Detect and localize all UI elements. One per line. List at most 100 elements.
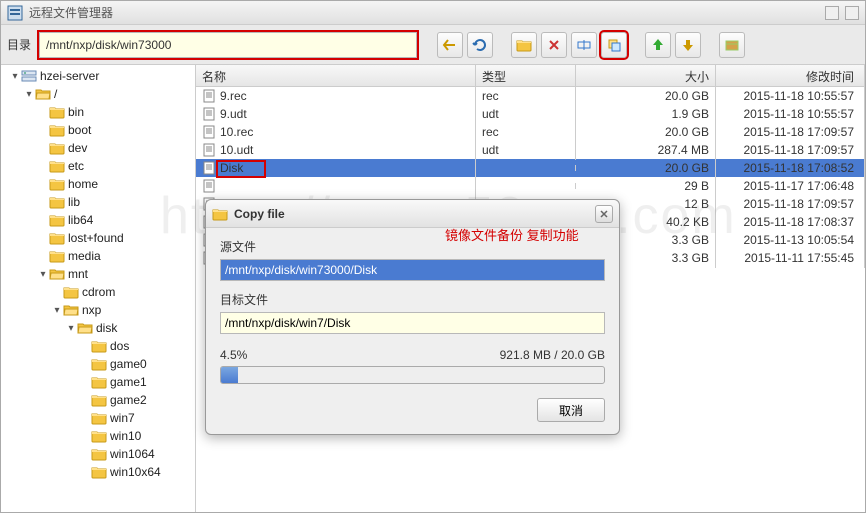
tree-item-dos[interactable]: dos — [1, 337, 195, 355]
tree-disk[interactable]: ▾disk — [1, 319, 195, 337]
folder-icon — [91, 339, 107, 353]
app-icon — [7, 5, 23, 21]
tree-item-lib64[interactable]: lib64 — [1, 211, 195, 229]
col-date[interactable]: 修改时间 — [716, 65, 865, 86]
folder-icon — [49, 141, 65, 155]
copy-dialog: Copy file 源文件 目标文件 4.5% 921.8 MB / 20.0 … — [205, 199, 620, 435]
rename-button[interactable] — [571, 32, 597, 58]
maximize-button[interactable] — [845, 6, 859, 20]
copy-icon — [606, 37, 622, 53]
tree-item-game0[interactable]: game0 — [1, 355, 195, 373]
folder-icon — [49, 231, 65, 245]
tree-item-dev[interactable]: dev — [1, 139, 195, 157]
delete-button[interactable] — [541, 32, 567, 58]
folder-icon — [91, 393, 107, 407]
folder-icon — [49, 123, 65, 137]
dialog-titlebar: Copy file — [206, 200, 619, 228]
copy-button[interactable] — [601, 32, 627, 58]
folder-icon — [49, 105, 65, 119]
window-title: 远程文件管理器 — [29, 4, 819, 21]
file-icon — [202, 179, 216, 193]
dst-input[interactable] — [220, 312, 605, 334]
folder-icon — [91, 411, 107, 425]
dialog-close-button[interactable] — [595, 205, 613, 223]
close-icon — [599, 209, 609, 219]
column-headers: 名称 类型 大小 修改时间 — [196, 65, 865, 87]
download-button[interactable] — [675, 32, 701, 58]
file-row[interactable]: 9.udt udt 1.9 GB 2015-11-18 10:55:57 — [196, 105, 865, 123]
folder-icon — [212, 206, 228, 222]
folder-icon — [49, 195, 65, 209]
dir-label: 目录 — [7, 36, 31, 53]
titlebar: 远程文件管理器 — [1, 1, 865, 25]
tree-item-win7[interactable]: win7 — [1, 409, 195, 427]
refresh-icon — [472, 37, 488, 53]
newfolder-button[interactable] — [511, 32, 537, 58]
toggle-icon[interactable]: ▾ — [37, 269, 49, 280]
file-icon — [202, 125, 216, 139]
dst-label: 目标文件 — [220, 291, 605, 308]
toolbar: 目录 — [1, 25, 865, 65]
folder-icon — [91, 447, 107, 461]
tree-item-home[interactable]: home — [1, 175, 195, 193]
tree-item-lib[interactable]: lib — [1, 193, 195, 211]
folder-icon — [49, 249, 65, 263]
rename-icon — [576, 37, 592, 53]
tree-item-win10[interactable]: win10 — [1, 427, 195, 445]
folder-icon — [91, 465, 107, 479]
folder-open-icon — [49, 267, 65, 281]
src-input[interactable] — [220, 259, 605, 281]
progress-percent: 4.5% — [220, 348, 247, 362]
tree-item-media[interactable]: media — [1, 247, 195, 265]
delete-icon — [546, 37, 562, 53]
file-icon — [202, 161, 216, 175]
tree-item-game2[interactable]: game2 — [1, 391, 195, 409]
refresh-button[interactable] — [467, 32, 493, 58]
folder-icon — [91, 429, 107, 443]
tree-mnt[interactable]: ▾mnt — [1, 265, 195, 283]
file-icon — [202, 89, 216, 103]
file-row[interactable]: 10.udt udt 287.4 MB 2015-11-18 17:09:57 — [196, 141, 865, 159]
progress-bytes: 921.8 MB / 20.0 GB — [500, 348, 605, 362]
file-row[interactable]: 29 B 2015-11-17 17:06:48 — [196, 177, 865, 195]
upload-icon — [650, 37, 666, 53]
progress-bar — [220, 366, 605, 384]
toggle-icon[interactable]: ▾ — [23, 89, 35, 100]
col-type[interactable]: 类型 — [476, 65, 576, 86]
folder-icon — [91, 375, 107, 389]
tree-nxp[interactable]: ▾nxp — [1, 301, 195, 319]
tree-item-win10x64[interactable]: win10x64 — [1, 463, 195, 481]
path-highlight — [37, 30, 419, 60]
folder-icon — [63, 285, 79, 299]
file-row[interactable]: Disk 20.0 GB 2015-11-18 17:08:52 — [196, 159, 865, 177]
tree-item-game1[interactable]: game1 — [1, 373, 195, 391]
toggle-icon[interactable]: ▾ — [9, 71, 21, 82]
file-row[interactable]: 9.rec rec 20.0 GB 2015-11-18 10:55:57 — [196, 87, 865, 105]
path-input[interactable] — [39, 32, 417, 58]
tree-cdrom[interactable]: cdrom — [1, 283, 195, 301]
archive-button[interactable] — [719, 32, 745, 58]
tree-server[interactable]: ▾hzei-server — [1, 67, 195, 85]
cancel-button[interactable]: 取消 — [537, 398, 605, 422]
progress-fill — [221, 367, 238, 383]
tree-panel[interactable]: ▾hzei-server ▾/ bin boot dev etc home li… — [1, 65, 196, 512]
tree-item-etc[interactable]: etc — [1, 157, 195, 175]
toggle-icon[interactable]: ▾ — [65, 323, 77, 334]
minimize-button[interactable] — [825, 6, 839, 20]
upload-button[interactable] — [645, 32, 671, 58]
col-name[interactable]: 名称 — [196, 65, 476, 86]
tree-root[interactable]: ▾/ — [1, 85, 195, 103]
folder-open-icon — [63, 303, 79, 317]
tree-item-bin[interactable]: bin — [1, 103, 195, 121]
tree-item-win1064[interactable]: win1064 — [1, 445, 195, 463]
back-button[interactable] — [437, 32, 463, 58]
toggle-icon[interactable]: ▾ — [51, 305, 63, 316]
tree-item-lost+found[interactable]: lost+found — [1, 229, 195, 247]
folder-icon — [49, 159, 65, 173]
src-label: 源文件 — [220, 238, 605, 255]
col-size[interactable]: 大小 — [576, 65, 716, 86]
file-row[interactable]: 10.rec rec 20.0 GB 2015-11-18 17:09:57 — [196, 123, 865, 141]
folder-icon — [91, 357, 107, 371]
tree-item-boot[interactable]: boot — [1, 121, 195, 139]
server-icon — [21, 69, 37, 83]
